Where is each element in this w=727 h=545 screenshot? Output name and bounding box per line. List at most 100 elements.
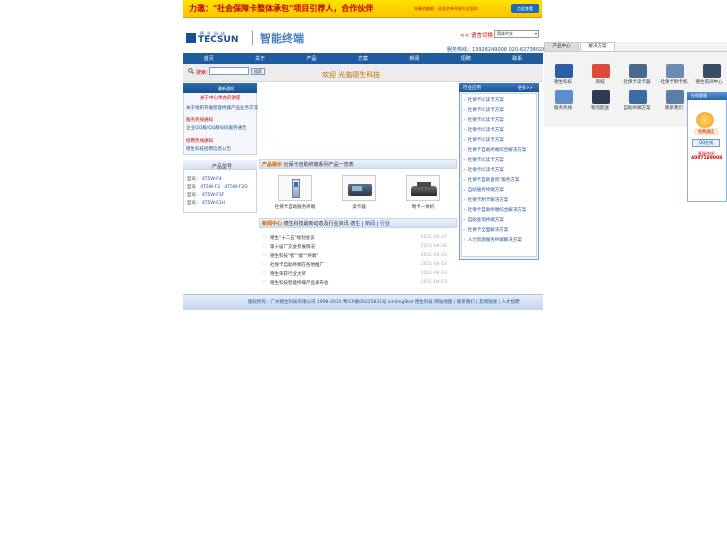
solution-link[interactable]: » 社保卡IC读卡方案	[463, 157, 504, 163]
card-reader-icon[interactable]	[629, 64, 647, 78]
language-select[interactable]: 简体中文 ▾	[494, 30, 539, 38]
mall-icon[interactable]	[592, 64, 610, 78]
quick-link-label[interactable]: 社保卡读卡器	[619, 79, 655, 85]
news-item[interactable]: :: 社保卡自助终端在各地推广 2011-04-14	[263, 262, 449, 270]
quick-link-label[interactable]: 德生培训中心	[691, 79, 727, 85]
solution-link[interactable]: » 社保卡IC读卡方案	[463, 137, 504, 143]
news-link[interactable]: 行业	[380, 221, 390, 227]
company-logo[interactable]: 德生科技 TECSUN	[186, 31, 246, 45]
solution-link-text[interactable]: 社保卡IC读卡方案	[468, 118, 504, 123]
nav-item[interactable]: 关于	[255, 55, 265, 62]
quick-link-label[interactable]: 商城	[582, 79, 618, 85]
news-item-text[interactable]: 德生科技智能终端产品发布会	[270, 280, 329, 286]
model-link[interactable]: 4T5W-F2D	[224, 185, 247, 190]
solution-link[interactable]: » 自助查询终端方案	[463, 217, 504, 223]
nav-item[interactable]: 联系	[512, 55, 522, 62]
product-caption[interactable]: 制卡一体机	[393, 204, 453, 210]
product-image-printer[interactable]	[406, 175, 440, 201]
solution-link[interactable]: » 社保卡全面解决方案	[463, 227, 508, 233]
tecsun-logo-icon[interactable]	[555, 64, 573, 78]
products-title-lead[interactable]: 产品展示	[262, 162, 282, 168]
model-link[interactable]: 4T5W-F3F	[202, 193, 224, 198]
solution-link[interactable]: » 人力资源服务终端解决方案	[463, 237, 522, 243]
tab-products[interactable]: 产品中心	[544, 42, 579, 52]
quick-link-label[interactable]: 自助终端方案	[619, 105, 655, 111]
solution-link-text[interactable]: 人力资源服务终端解决方案	[468, 238, 522, 243]
solution-link[interactable]: » 社保卡IC读卡方案	[463, 117, 504, 123]
news-item-text[interactable]: 德生"十二五"规划会议	[270, 235, 315, 241]
model-link[interactable]: 4T5W-F2	[200, 185, 220, 190]
news-item-text[interactable]: 第十届广交会参展情况	[270, 244, 315, 250]
quick-link-label[interactable]: 物流配送	[582, 105, 618, 111]
nav-item[interactable]: 新闻	[409, 55, 419, 62]
monitor-icon[interactable]	[555, 90, 573, 104]
news-item[interactable]: :: 德生荣获行业大奖 2011-04-13	[263, 271, 449, 279]
solution-link-text[interactable]: 社保卡自助终端综合解决方案	[468, 208, 527, 213]
car-icon[interactable]	[592, 90, 610, 104]
quick-link-label[interactable]: 社保卡制卡机	[656, 79, 692, 85]
notice-link[interactable]: 关于组织开展智能终端产品业务交流	[186, 105, 258, 111]
product-image-reader[interactable]	[342, 175, 376, 201]
model-link[interactable]: 4T5W-F4	[202, 177, 222, 182]
graduation-icon[interactable]	[703, 64, 721, 78]
solution-link[interactable]: » 社保卡自助终端综合解决方案	[463, 147, 526, 153]
solution-link-text[interactable]: 社保卡IC读卡方案	[468, 108, 504, 113]
tab-solutions[interactable]: 解决方案	[580, 42, 615, 52]
nav-item[interactable]: 首页	[204, 55, 214, 62]
solution-link[interactable]: » 自助服务终端方案	[463, 187, 504, 193]
solutions-more-link[interactable]: 更多>>	[518, 85, 533, 91]
solution-link[interactable]: » 社保卡自助终端综合解决方案	[463, 207, 526, 213]
news-item-text[interactable]: 德生科技"智""能""终端"	[270, 253, 318, 259]
solution-link-text[interactable]: 社保卡IC读卡方案	[468, 128, 504, 133]
product-image-kiosk[interactable]	[278, 175, 312, 201]
top-ad-banner[interactable]: 力邀："社会保障卡整体承包"项目引荐人，合作伙伴 先确名额限 · 佳佳名单开始大…	[183, 0, 542, 18]
solution-link[interactable]: » 社保卡制卡解决方案	[463, 197, 508, 203]
news-item[interactable]: :: 德生科技智能终端产品发布会 2011-04-13	[263, 280, 449, 288]
solution-link-text[interactable]: 社保卡自助查询"服务方案	[468, 178, 520, 183]
news-item[interactable]: :: 德生"十二五"规划会议 2011-04-27	[263, 235, 449, 243]
notice-link[interactable]: 关于中心举办的讲座	[200, 95, 241, 101]
quick-link-label[interactable]: 服务热线	[545, 105, 581, 111]
terminal-icon[interactable]	[666, 64, 684, 78]
nav-item[interactable]: 招聘	[461, 55, 471, 62]
solution-link-text[interactable]: 社保卡自助终端综合解决方案	[468, 148, 527, 153]
solution-link[interactable]: » 社保卡自助查询"服务方案	[463, 177, 519, 183]
notice-link[interactable]: 服务热线通知	[186, 117, 213, 123]
solution-link-text[interactable]: 社保卡IC读卡方案	[468, 98, 504, 103]
solution-link-text[interactable]: 社保卡制卡解决方案	[468, 198, 509, 203]
notice-link[interactable]: 招聘热线通知	[186, 138, 213, 144]
solution-link[interactable]: » 社保卡IC读卡方案	[463, 127, 504, 133]
quick-link-label[interactable]: 德生科技	[545, 79, 581, 85]
qq-online-button[interactable]: QQ在线	[692, 139, 720, 147]
nav-item[interactable]: 产品	[307, 55, 317, 62]
news-item-text[interactable]: 德生荣获行业大奖	[270, 271, 306, 277]
solution-link-text[interactable]: 社保卡IC读卡方案	[468, 158, 504, 163]
person-icon[interactable]	[666, 90, 684, 104]
notice-link[interactable]: 德生科技招聘信息公告	[186, 146, 231, 152]
news-link[interactable]: 德生	[350, 221, 360, 227]
news-item-text[interactable]: 社保卡自助终端在各地推广	[270, 262, 324, 268]
nav-item[interactable]: 方案	[358, 55, 368, 62]
notice-link[interactable]: 企业QQ群/QQ群号码服务通告	[186, 125, 247, 131]
model-link[interactable]: 4T5W-F2H	[202, 201, 225, 206]
news-title-lead[interactable]: 新闻中心	[262, 221, 282, 227]
search-input[interactable]	[209, 67, 249, 75]
solution-link-text[interactable]: 社保卡IC读卡方案	[468, 138, 504, 143]
news-link[interactable]: 新闻	[365, 221, 375, 227]
news-item[interactable]: :: 第十届广交会参展情况 2011-04-26	[263, 244, 449, 252]
solution-link-text[interactable]: 社保卡全面解决方案	[468, 228, 509, 233]
solution-link[interactable]: » 社保卡IC读卡方案	[463, 97, 504, 103]
search-button[interactable]: 搜索	[251, 68, 265, 75]
solution-link[interactable]: » 社保卡IC读卡方案	[463, 107, 504, 113]
solution-link-text[interactable]: 社保卡IC读卡方案	[468, 168, 504, 173]
laptop-icon[interactable]	[629, 90, 647, 104]
solution-link[interactable]: » 社保卡IC读卡方案	[463, 167, 504, 173]
bullet-icon: »	[463, 208, 466, 213]
solution-link-text[interactable]: 自助查询终端方案	[468, 218, 504, 223]
news-item[interactable]: :: 德生科技"智""能""终端" 2011-04-20	[263, 253, 449, 261]
banner-button[interactable]: 点此查看	[511, 4, 539, 13]
solution-link-text[interactable]: 自助服务终端方案	[468, 188, 504, 193]
free-call-button[interactable]: 免费通话	[694, 128, 718, 135]
product-caption[interactable]: 社保卡自助服务终端	[265, 204, 325, 210]
product-caption[interactable]: 读卡器	[329, 204, 389, 210]
